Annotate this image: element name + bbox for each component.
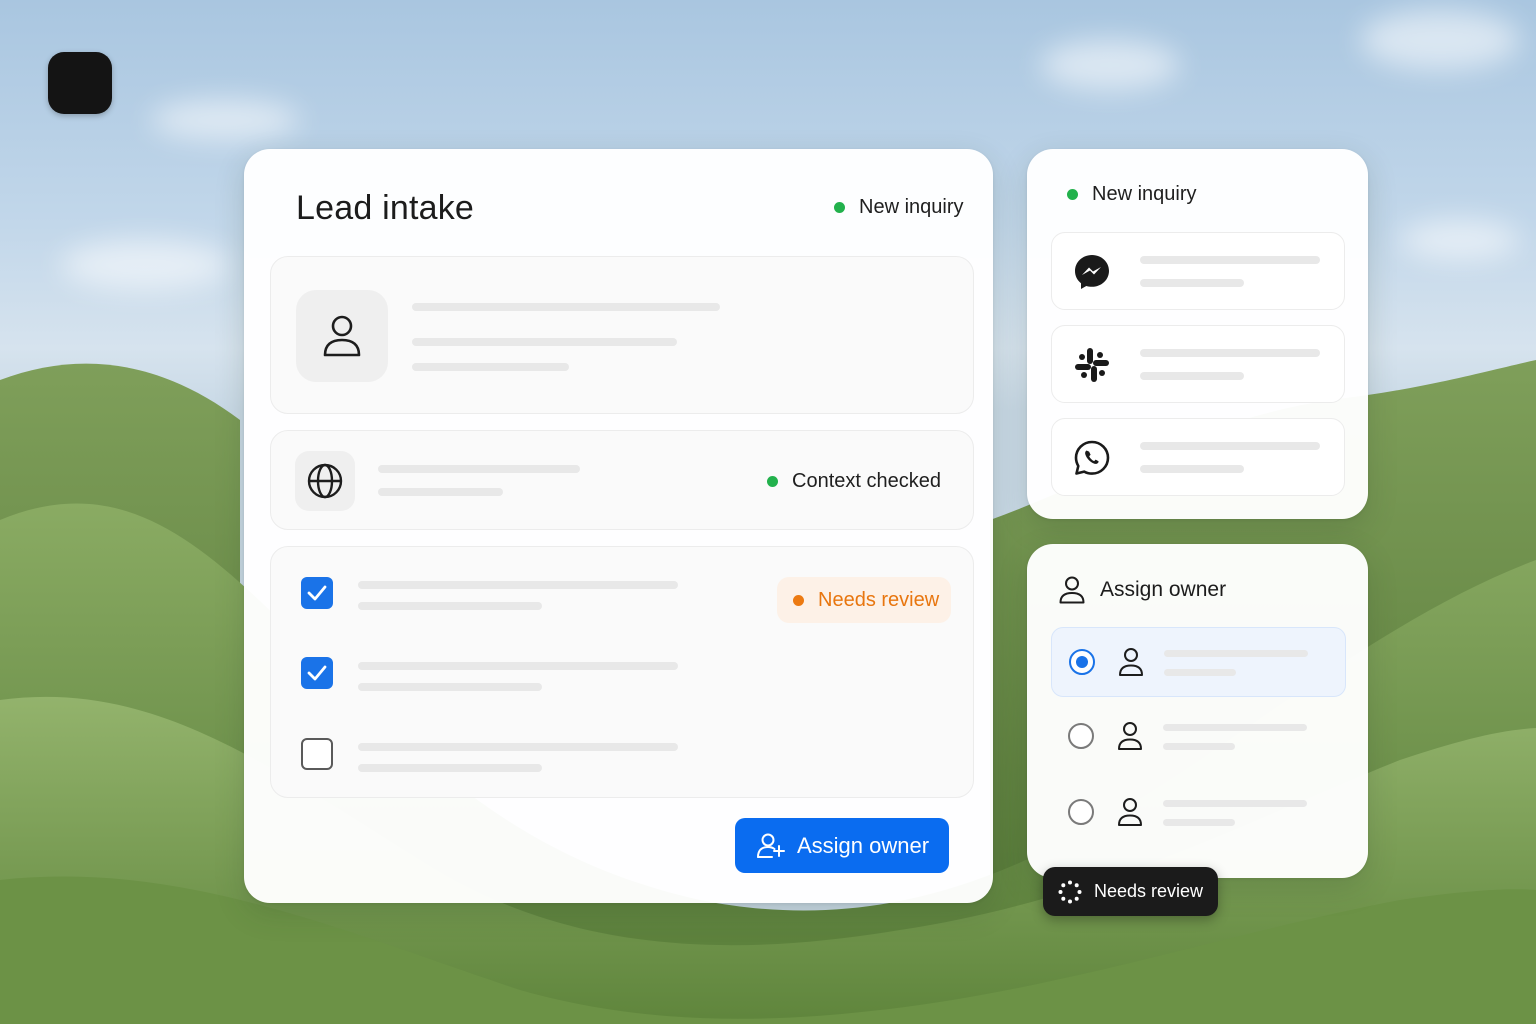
owner-option-1[interactable]	[1051, 627, 1346, 697]
placeholder-line	[358, 683, 542, 691]
checklist-section: Needs review	[270, 546, 974, 798]
context-section: Context checked	[270, 430, 974, 530]
website-source	[295, 451, 355, 511]
placeholder-line	[1140, 279, 1244, 287]
toast-label: Needs review	[1094, 881, 1204, 901]
placeholder-line	[1164, 669, 1236, 676]
placeholder-line	[378, 488, 503, 496]
status-label: New inquiry	[859, 196, 964, 218]
status-dot	[1067, 189, 1078, 200]
task-checkbox-3[interactable]	[301, 738, 333, 770]
contact-avatar	[296, 290, 388, 382]
placeholder-line	[1163, 724, 1307, 731]
loading-spinner-icon	[1058, 880, 1082, 903]
assign-owner-card: Assign owner	[1027, 544, 1368, 878]
context-status: Context checked	[767, 470, 941, 493]
context-status-label: Context checked	[792, 470, 941, 492]
user-icon	[323, 315, 361, 357]
owner-radio[interactable]	[1069, 649, 1095, 675]
page-title: Lead intake	[296, 189, 475, 227]
placeholder-line	[412, 363, 569, 371]
status-dot	[834, 202, 845, 213]
owner-radio[interactable]	[1068, 799, 1094, 825]
inquiry-status: New inquiry	[1067, 183, 1196, 206]
assign-owner-title: Assign owner	[1100, 578, 1227, 601]
placeholder-line	[412, 303, 720, 311]
user-icon	[1059, 576, 1085, 604]
placeholder-line	[358, 602, 542, 610]
owner-option-3[interactable]	[1051, 778, 1346, 848]
checkmark-icon	[307, 585, 327, 601]
assign-owner-header: Assign owner	[1059, 576, 1226, 604]
slack-icon	[1075, 348, 1109, 382]
status-dot	[793, 594, 804, 606]
needs-review-toast: Needs review	[1043, 867, 1218, 916]
channel-item-whatsapp[interactable]	[1051, 418, 1345, 496]
task-checkbox-1[interactable]	[301, 577, 333, 609]
globe-icon	[307, 463, 343, 499]
placeholder-line	[1140, 372, 1244, 380]
placeholder-line	[1163, 743, 1235, 750]
contact-section	[270, 256, 974, 414]
inquiry-channels-card: New inquiry	[1027, 149, 1368, 519]
placeholder-line	[1140, 442, 1320, 450]
placeholder-line	[358, 581, 678, 589]
add-user-icon	[757, 833, 785, 858]
placeholder-line	[378, 465, 580, 473]
placeholder-line	[1140, 256, 1320, 264]
placeholder-line	[1140, 465, 1244, 473]
placeholder-line	[1163, 800, 1307, 807]
user-icon	[1118, 798, 1142, 826]
assign-button-label: Assign owner	[797, 832, 930, 858]
placeholder-line	[358, 764, 542, 772]
channel-item-messenger[interactable]	[1051, 232, 1345, 310]
task-checkbox-2[interactable]	[301, 657, 333, 689]
app-logo	[48, 52, 112, 114]
review-label: Needs review	[818, 588, 940, 611]
messenger-icon	[1075, 255, 1109, 289]
placeholder-line	[1163, 819, 1235, 826]
placeholder-line	[412, 338, 677, 346]
assign-owner-button[interactable]: Assign owner	[735, 818, 949, 873]
placeholder-line	[358, 743, 678, 751]
checkmark-icon	[307, 665, 327, 681]
whatsapp-icon	[1074, 440, 1110, 475]
lead-intake-card: Lead intake New inquiry Context checked …	[244, 149, 993, 903]
status-dot	[767, 476, 778, 487]
placeholder-line	[1164, 650, 1308, 657]
needs-review-badge: Needs review	[777, 577, 951, 623]
placeholder-line	[358, 662, 678, 670]
user-icon	[1119, 648, 1143, 676]
owner-radio[interactable]	[1068, 723, 1094, 749]
owner-option-2[interactable]	[1051, 702, 1346, 772]
inquiry-status-label: New inquiry	[1092, 183, 1197, 205]
channel-item-slack[interactable]	[1051, 325, 1345, 403]
placeholder-line	[1140, 349, 1320, 357]
new-inquiry-status: New inquiry	[834, 196, 963, 219]
user-icon	[1118, 722, 1142, 750]
